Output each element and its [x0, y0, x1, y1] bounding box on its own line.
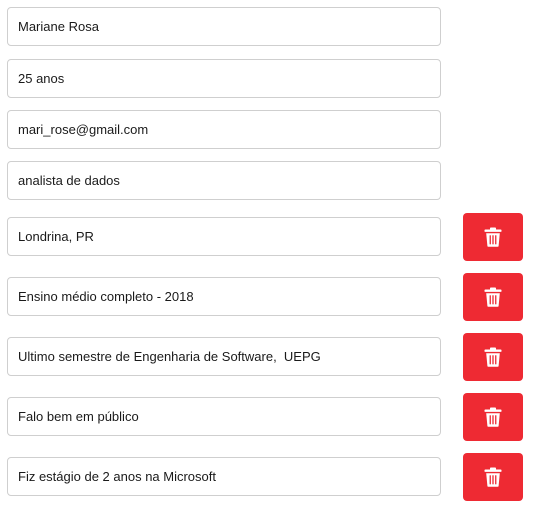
field-occupation[interactable]: analista de dados [7, 161, 441, 200]
delete-location-button[interactable] [463, 213, 523, 261]
field-age[interactable]: 25 anos [7, 59, 441, 98]
trash-icon [484, 407, 502, 427]
trash-icon [484, 467, 502, 487]
field-location[interactable]: Londrina, PR [7, 217, 441, 256]
delete-education-button[interactable] [463, 273, 523, 321]
field-name[interactable]: Mariane Rosa [7, 7, 441, 46]
field-experience[interactable]: Fiz estágio de 2 anos na Microsoft [7, 457, 441, 496]
delete-university-button[interactable] [463, 333, 523, 381]
trash-icon [484, 347, 502, 367]
delete-skill-button[interactable] [463, 393, 523, 441]
field-skill[interactable]: Falo bem em público [7, 397, 441, 436]
field-email[interactable]: mari_rose@gmail.com [7, 110, 441, 149]
field-university[interactable]: Ultimo semestre de Engenharia de Softwar… [7, 337, 441, 376]
trash-icon [484, 227, 502, 247]
delete-experience-button[interactable] [463, 453, 523, 501]
field-education[interactable]: Ensino médio completo - 2018 [7, 277, 441, 316]
trash-icon [484, 287, 502, 307]
